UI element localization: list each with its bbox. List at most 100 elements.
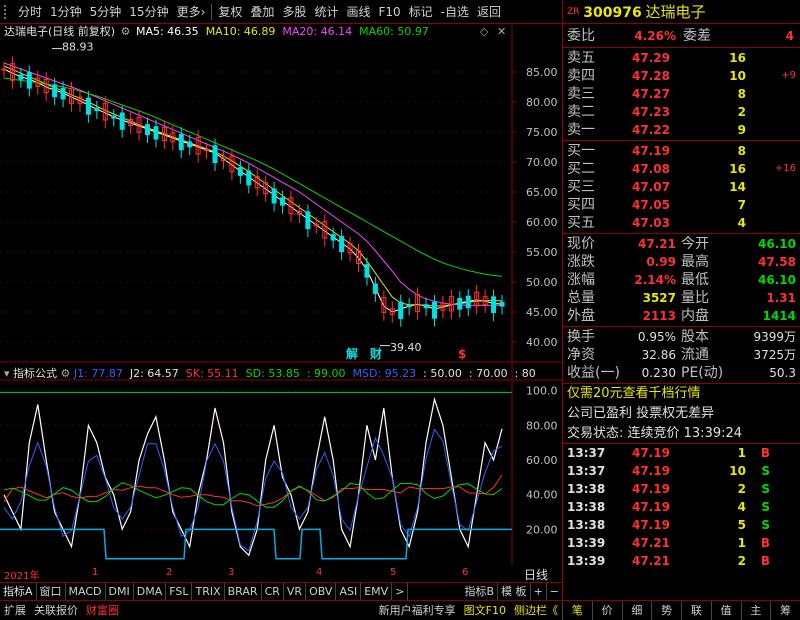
- f10-graphic-button[interactable]: 图文F10: [460, 601, 510, 620]
- sidebar-toggle-button[interactable]: 侧边栏《: [510, 601, 562, 620]
- right-tab[interactable]: 价: [591, 600, 622, 620]
- ask-label: 卖一: [567, 122, 595, 138]
- ask-row[interactable]: 卖五 47.29 16: [563, 49, 800, 67]
- indicator-label: 20.00: [526, 523, 558, 536]
- tab-intraday[interactable]: 分时: [14, 0, 46, 24]
- remove-watchlist-button[interactable]: -自选: [437, 0, 473, 24]
- tab-indicator-b[interactable]: 指标B: [462, 582, 499, 601]
- new-user-promo-link[interactable]: 新用户福利专享: [375, 601, 460, 620]
- more-periods-button[interactable]: 更多›: [173, 0, 210, 24]
- tab-1min[interactable]: 1分钟: [46, 0, 86, 24]
- right-tab[interactable]: 主: [740, 600, 771, 620]
- date-tick: 1: [92, 567, 99, 578]
- candle-body: [364, 264, 370, 278]
- right-tab[interactable]: 势: [651, 600, 681, 620]
- stock-name[interactable]: 达瑞电子: [646, 3, 706, 21]
- tick-price: 47.19: [632, 464, 670, 478]
- ask-row[interactable]: 卖三 47.27 8: [563, 85, 800, 103]
- back-button[interactable]: 返回: [473, 0, 505, 24]
- bid-row[interactable]: 买五 47.03 4: [563, 214, 800, 232]
- price-label: 85.00: [526, 66, 558, 79]
- bid-row[interactable]: 买三 47.07 14: [563, 178, 800, 196]
- indicator-tabs: 指标A 窗口 MACD DMI DMA FSL TRIX BRAR CR VR …: [0, 582, 562, 601]
- indicator-name[interactable]: 指标公式: [13, 367, 57, 380]
- stat-row: 现价 47.21 今开 46.10: [563, 235, 800, 253]
- period-label[interactable]: 日线: [524, 566, 548, 583]
- legend-msd: MSD: 95.23: [352, 367, 417, 380]
- tab-dma[interactable]: DMA: [134, 582, 167, 601]
- tab-fsl[interactable]: FSL: [166, 582, 193, 601]
- diamond-icon[interactable]: ◇: [480, 25, 488, 38]
- tab-trix[interactable]: TRIX: [192, 582, 225, 601]
- tab-asi[interactable]: ASI: [336, 582, 362, 601]
- tab-brar[interactable]: BRAR: [225, 582, 262, 601]
- candle-body: [246, 170, 252, 186]
- tab-macd[interactable]: MACD: [66, 582, 106, 601]
- tab-vr[interactable]: VR: [284, 582, 307, 601]
- ask-row[interactable]: 卖二 47.23 2: [563, 103, 800, 121]
- tab-15min[interactable]: 15分钟: [125, 0, 172, 24]
- remove-indicator-button[interactable]: −: [547, 583, 562, 601]
- adjust-button[interactable]: 复权: [214, 0, 246, 24]
- ask-row[interactable]: 卖四 47.28 10 +9: [563, 67, 800, 85]
- promo-row[interactable]: 仅需20元查看千档行情: [563, 384, 800, 404]
- tab-emv[interactable]: EMV: [361, 582, 393, 601]
- grip-handle-icon[interactable]: [0, 0, 14, 24]
- chart-title: 达瑞电子(日线 前复权): [4, 25, 116, 38]
- weicha-label: 委差: [683, 28, 711, 44]
- indicator-legend: ▾ 指标公式 ⚙ J1: 77.87 J2: 64.57 SK: 55.11 S…: [4, 366, 536, 382]
- gear-icon[interactable]: ⚙: [121, 25, 131, 38]
- f10-button[interactable]: F10: [374, 0, 404, 24]
- tab-cr[interactable]: CR: [262, 582, 284, 601]
- chart-toolbar: 分时 1分钟 5分钟 15分钟 更多› 复权 叠加 多股 统计 画线 F10 标…: [0, 0, 562, 24]
- stat-label: 涨跌: [567, 254, 595, 270]
- tab-obv[interactable]: OBV: [306, 582, 337, 601]
- tick-price: 47.19: [632, 482, 670, 496]
- bid-row[interactable]: 买四 47.05 7: [563, 196, 800, 214]
- stat-row: 外盘 2113 内盘 1414: [563, 307, 800, 325]
- tab-5min[interactable]: 5分钟: [86, 0, 126, 24]
- low-price-label: 39.40: [390, 341, 422, 354]
- candle-body: [491, 296, 497, 314]
- candle-body: [280, 197, 286, 206]
- stat-value: 1.31: [766, 291, 796, 305]
- stat-label: 流通: [681, 347, 709, 363]
- ask-row[interactable]: 卖一 47.22 9: [563, 121, 800, 139]
- right-tab[interactable]: 笔: [562, 600, 592, 620]
- add-indicator-button[interactable]: +: [531, 582, 547, 601]
- gear-icon[interactable]: ⚙: [61, 367, 71, 380]
- tab-template[interactable]: 模 板: [498, 582, 531, 601]
- candle-body: [406, 304, 412, 308]
- tick-list[interactable]: 13:37 47.19 1 B 13:37 47.19 10 S 13:38 47.19 2 S 13:…: [563, 444, 800, 570]
- stat-label: 今开: [681, 236, 709, 252]
- multi-stock-button[interactable]: 多股: [278, 0, 310, 24]
- tab-window[interactable]: 窗口: [37, 582, 66, 601]
- tab-indicator-a[interactable]: 指标A: [0, 582, 37, 601]
- stats-block: 现价 47.21 今开 46.10 涨跌 0.99 最高 47.58 涨幅 2.14% 最低 46.1…: [563, 234, 800, 327]
- bid-row[interactable]: 买一 47.19 8: [563, 142, 800, 160]
- right-tab[interactable]: 筹: [770, 600, 800, 620]
- kline-chart[interactable]: 85.00 80.00 75.00 70.00 65.00 60.00 55.00 50.00…: [0, 24, 562, 566]
- wealth-circle-button[interactable]: 财富圈: [82, 601, 123, 620]
- overlay-button[interactable]: 叠加: [246, 0, 278, 24]
- promo-text[interactable]: 仅需20元查看千档行情: [567, 384, 701, 404]
- ma-line-ma60: [3, 77, 503, 277]
- right-tab[interactable]: 值: [710, 600, 741, 620]
- mark-button[interactable]: 标记: [405, 0, 437, 24]
- close-panel-icon[interactable]: ✕: [497, 25, 506, 38]
- candle-body: [465, 295, 471, 309]
- stat-value: 9399万: [753, 330, 796, 344]
- draw-line-button[interactable]: 画线: [342, 0, 374, 24]
- right-tab[interactable]: 联: [681, 600, 711, 620]
- candle-body: [153, 126, 159, 140]
- tabs-scroll-right[interactable]: >: [392, 582, 409, 601]
- expand-button[interactable]: 扩展: [0, 601, 30, 620]
- statistics-button[interactable]: 统计: [310, 0, 342, 24]
- ask-price: 47.27: [632, 87, 670, 101]
- bid-row[interactable]: 买二 47.08 16 +16: [563, 160, 800, 178]
- tab-dmi[interactable]: DMI: [106, 582, 134, 601]
- related-quotes-button[interactable]: 关联报价: [30, 601, 82, 620]
- chart-area[interactable]: 85.00 80.00 75.00 70.00 65.00 60.00 55.00 50.00…: [0, 24, 562, 566]
- right-tab[interactable]: 细: [621, 600, 652, 620]
- indicator-dropdown-icon[interactable]: ▾: [4, 367, 10, 380]
